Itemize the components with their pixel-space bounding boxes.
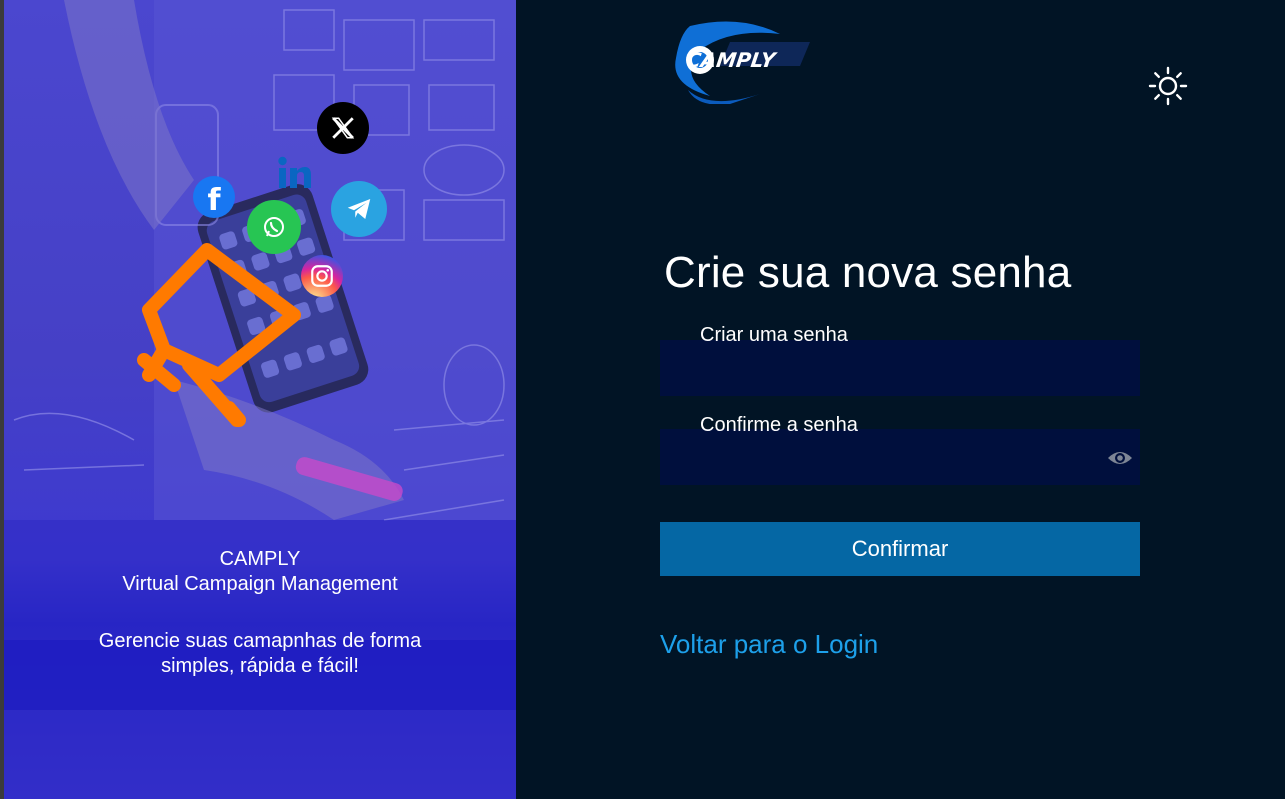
x-icon	[317, 102, 369, 154]
hero-brand-name: CAMPLY	[219, 548, 301, 570]
hero-tagline: Gerencie suas camapnhas de forma simples…	[4, 629, 516, 679]
megaphone-icon	[137, 243, 301, 427]
facebook-icon: f	[193, 176, 235, 218]
back-to-login-link[interactable]: Voltar para o Login	[660, 629, 878, 660]
hero-tagline-line2: simples, rápida e fácil!	[161, 655, 359, 677]
confirm-button[interactable]: Confirmar	[660, 522, 1140, 576]
linkedin-icon	[272, 151, 318, 197]
hero-brand: CAMPLY Virtual Campaign Management	[4, 547, 516, 597]
hero-tagline-line1: Gerencie suas camapnhas de forma	[98, 630, 422, 652]
camply-logo: CAMPLY	[675, 21, 810, 104]
hero-brand-subtitle: Virtual Campaign Management	[122, 573, 398, 595]
page-title: Crie sua nova senha	[664, 248, 1072, 297]
hero-panel: f CAMPLY Virtual Campaign Management Ger…	[4, 0, 516, 799]
instagram-icon	[301, 255, 343, 297]
confirm-password-field[interactable]	[660, 429, 1140, 485]
eye-icon[interactable]	[1106, 447, 1134, 469]
password-label: Criar uma senha	[700, 324, 848, 346]
password-field[interactable]	[660, 340, 1140, 396]
sun-icon[interactable]	[1146, 64, 1190, 108]
whatsapp-icon	[247, 200, 301, 254]
logo-text: CAMPLY	[685, 48, 780, 72]
confirm-password-label: Confirme a senha	[700, 414, 858, 436]
telegram-icon	[331, 181, 387, 237]
